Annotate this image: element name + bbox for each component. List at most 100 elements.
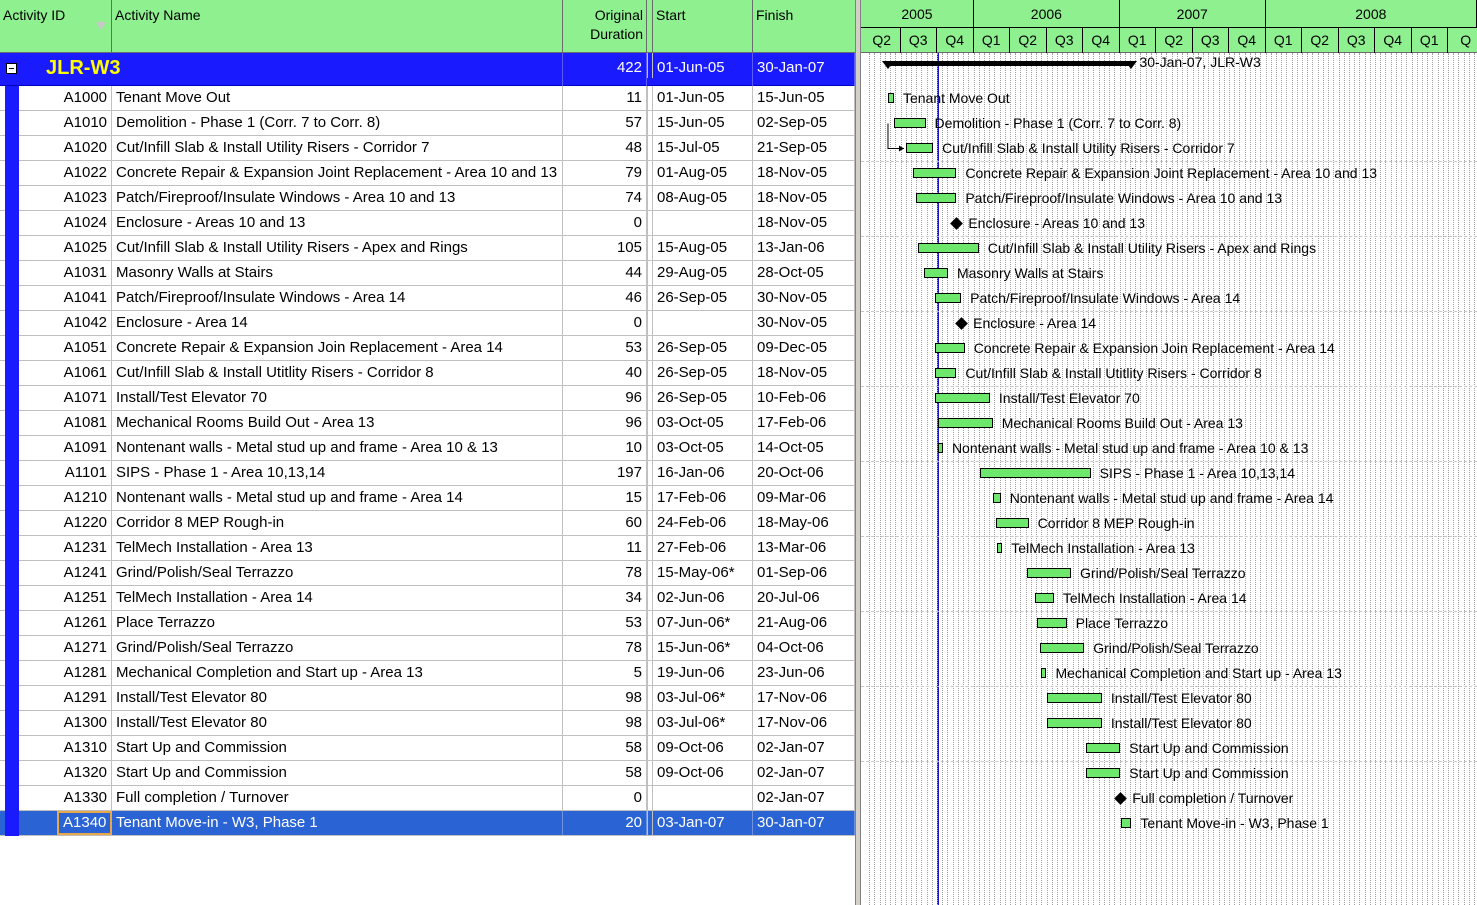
finish-date: 09-Dec-05 xyxy=(753,336,855,360)
activity-id: A1330 xyxy=(57,786,112,810)
table-row[interactable]: A1010 Demolition - Phase 1 (Corr. 7 to Co… xyxy=(0,111,855,136)
original-duration: 44 xyxy=(563,261,647,285)
activity-id: A1000 xyxy=(57,86,112,110)
activity-id: A1261 xyxy=(57,611,112,635)
activity-name: Grind/Polish/Seal Terrazzo xyxy=(112,561,563,585)
table-row[interactable]: A1310 Start Up and Commission 58 09-Oct-06 0… xyxy=(0,736,855,761)
table-row[interactable]: A1261 Place Terrazzo 53 07-Jun-06* 21-Aug-06 xyxy=(0,611,855,636)
column-header-finish[interactable]: Finish xyxy=(753,0,855,53)
activity-name: Grind/Polish/Seal Terrazzo xyxy=(112,636,563,660)
relationship-line[interactable] xyxy=(887,123,904,149)
table-row[interactable]: A1023 Patch/Fireproof/Insulate Windows - … xyxy=(0,186,855,211)
timescale-header: 2005 2006 2007 2008 Q2 Q3 Q4 Q1 Q2 Q3 Q4 Q1 Q2 Q3 Q4 Q1… xyxy=(861,0,1477,53)
table-row[interactable]: A1340 Tenant Move-in - W3, Phase 1 20 03-Ja… xyxy=(0,811,855,836)
wbs-indent-strip xyxy=(5,711,19,736)
timescale-quarter: Q xyxy=(1448,28,1477,53)
table-row[interactable]: A1051 Concrete Repair & Expansion Join Re… xyxy=(0,336,855,361)
table-row[interactable]: A1300 Install/Test Elevator 80 98 03-Jul-06… xyxy=(0,711,855,736)
wbs-duration: 422 xyxy=(563,53,647,86)
activity-name: Concrete Repair & Expansion Joint Replac… xyxy=(112,161,563,185)
table-row[interactable]: A1281 Mechanical Completion and Start up … xyxy=(0,661,855,686)
activity-id: A1010 xyxy=(57,111,112,135)
activity-id: A1271 xyxy=(57,636,112,660)
table-row[interactable]: A1220 Corridor 8 MEP Rough-in 60 24-Feb-06 1… xyxy=(0,511,855,536)
finish-date: 30-Jan-07 xyxy=(753,811,855,835)
table-row[interactable]: A1061 Cut/Infill Slab & Install Utitlity … xyxy=(0,361,855,386)
activity-id: A1310 xyxy=(57,736,112,760)
table-row[interactable]: A1042 Enclosure - Area 14 0 30-Nov-05 xyxy=(0,311,855,336)
activity-table: Activity ID Activity Name Original Durat… xyxy=(0,0,855,905)
activity-name: Install/Test Elevator 70 xyxy=(112,386,563,410)
wbs-indent-strip xyxy=(5,586,19,611)
table-row[interactable]: A1081 Mechanical Rooms Build Out - Area 1… xyxy=(0,411,855,436)
wbs-row-jlr-w3[interactable]: JLR-W3 422 01-Jun-05 30-Jan-07 xyxy=(0,53,855,86)
table-row[interactable]: A1101 SIPS - Phase 1 - Area 10,13,14 197 16… xyxy=(0,461,855,486)
finish-date: 21-Aug-06 xyxy=(753,611,855,635)
table-row[interactable]: A1020 Cut/Infill Slab & Install Utility R… xyxy=(0,136,855,161)
activity-name: Patch/Fireproof/Insulate Windows - Area … xyxy=(112,286,563,310)
table-row[interactable]: A1041 Patch/Fireproof/Insulate Windows - … xyxy=(0,286,855,311)
collapse-icon[interactable] xyxy=(6,63,17,74)
original-duration: 10 xyxy=(563,436,647,460)
table-row[interactable]: A1271 Grind/Polish/Seal Terrazzo 78 15-Jun-… xyxy=(0,636,855,661)
table-row[interactable]: A1031 Masonry Walls at Stairs 44 29-Aug-05 2… xyxy=(0,261,855,286)
start-date: 09-Oct-06 xyxy=(653,736,753,760)
column-header-activity-name[interactable]: Activity Name xyxy=(112,0,563,53)
wbs-indent-strip xyxy=(5,286,19,311)
finish-date: 02-Sep-05 xyxy=(753,111,855,135)
table-row[interactable]: A1320 Start Up and Commission 58 09-Oct-06 0… xyxy=(0,761,855,786)
activity-id: A1061 xyxy=(57,361,112,385)
wbs-indent-strip xyxy=(5,311,19,336)
activity-name: Install/Test Elevator 80 xyxy=(112,686,563,710)
timescale-quarter: Q1 xyxy=(1120,28,1156,53)
column-header-start-label: Start xyxy=(656,7,686,23)
timescale-quarter: Q4 xyxy=(1229,28,1266,53)
activity-name: Mechanical Completion and Start up - Are… xyxy=(112,661,563,685)
table-row[interactable]: A1022 Concrete Repair & Expansion Joint R… xyxy=(0,161,855,186)
timescale-year: 2008 xyxy=(1265,0,1477,28)
table-row[interactable]: A1251 TelMech Installation - Area 14 34 02-… xyxy=(0,586,855,611)
activity-name: Start Up and Commission xyxy=(112,761,563,785)
activity-name: Install/Test Elevator 80 xyxy=(112,711,563,735)
wbs-indent-strip xyxy=(5,811,19,836)
activity-id: A1220 xyxy=(57,511,112,535)
activity-id: A1042 xyxy=(57,311,112,335)
finish-date: 15-Jun-05 xyxy=(753,86,855,110)
table-row[interactable]: A1071 Install/Test Elevator 70 96 26-Sep-05… xyxy=(0,386,855,411)
activity-name: Masonry Walls at Stairs xyxy=(112,261,563,285)
original-duration: 20 xyxy=(563,811,647,835)
table-row[interactable]: A1210 Nontenant walls - Metal stud up and… xyxy=(0,486,855,511)
start-date: 09-Oct-06 xyxy=(653,761,753,785)
table-row[interactable]: A1000 Tenant Move Out 11 01-Jun-05 15-Jun-05 xyxy=(0,86,855,111)
table-header: Activity ID Activity Name Original Durat… xyxy=(0,0,855,53)
table-row[interactable]: A1330 Full completion / Turnover 0 02-Jan-0… xyxy=(0,786,855,811)
finish-date: 02-Jan-07 xyxy=(753,761,855,785)
original-duration: 34 xyxy=(563,586,647,610)
table-row[interactable]: A1024 Enclosure - Areas 10 and 13 0 18-Nov-… xyxy=(0,211,855,236)
sort-indicator-icon[interactable] xyxy=(96,22,106,30)
wbs-indent-strip xyxy=(5,461,19,486)
activity-id: A1101 xyxy=(57,461,112,485)
table-row[interactable]: A1231 TelMech Installation - Area 13 11 27-… xyxy=(0,536,855,561)
finish-date: 18-Nov-05 xyxy=(753,211,855,235)
original-duration: 79 xyxy=(563,161,647,185)
activity-name: Nontenant walls - Metal stud up and fram… xyxy=(112,486,563,510)
relationship-lines xyxy=(887,123,904,152)
original-duration: 74 xyxy=(563,186,647,210)
column-header-original-duration[interactable]: Original Duration xyxy=(563,0,647,53)
finish-date: 14-Oct-05 xyxy=(753,436,855,460)
activity-id: A1041 xyxy=(57,286,112,310)
table-row[interactable]: A1025 Cut/Infill Slab & Install Utility R… xyxy=(0,236,855,261)
table-row[interactable]: A1091 Nontenant walls - Metal stud up and… xyxy=(0,436,855,461)
column-header-activity-id[interactable]: Activity ID xyxy=(0,0,112,53)
start-date: 03-Oct-05 xyxy=(653,411,753,435)
timescale-quarter: Q1 xyxy=(1266,28,1302,53)
table-row[interactable]: A1291 Install/Test Elevator 80 98 03-Jul-06… xyxy=(0,686,855,711)
original-duration: 11 xyxy=(563,536,647,560)
finish-date: 02-Jan-07 xyxy=(753,736,855,760)
start-date: 27-Feb-06 xyxy=(653,536,753,560)
table-row[interactable]: A1241 Grind/Polish/Seal Terrazzo 78 15-May-… xyxy=(0,561,855,586)
column-header-start[interactable]: Start xyxy=(653,0,753,53)
activity-id: A1051 xyxy=(57,336,112,360)
finish-date: 17-Nov-06 xyxy=(753,711,855,735)
